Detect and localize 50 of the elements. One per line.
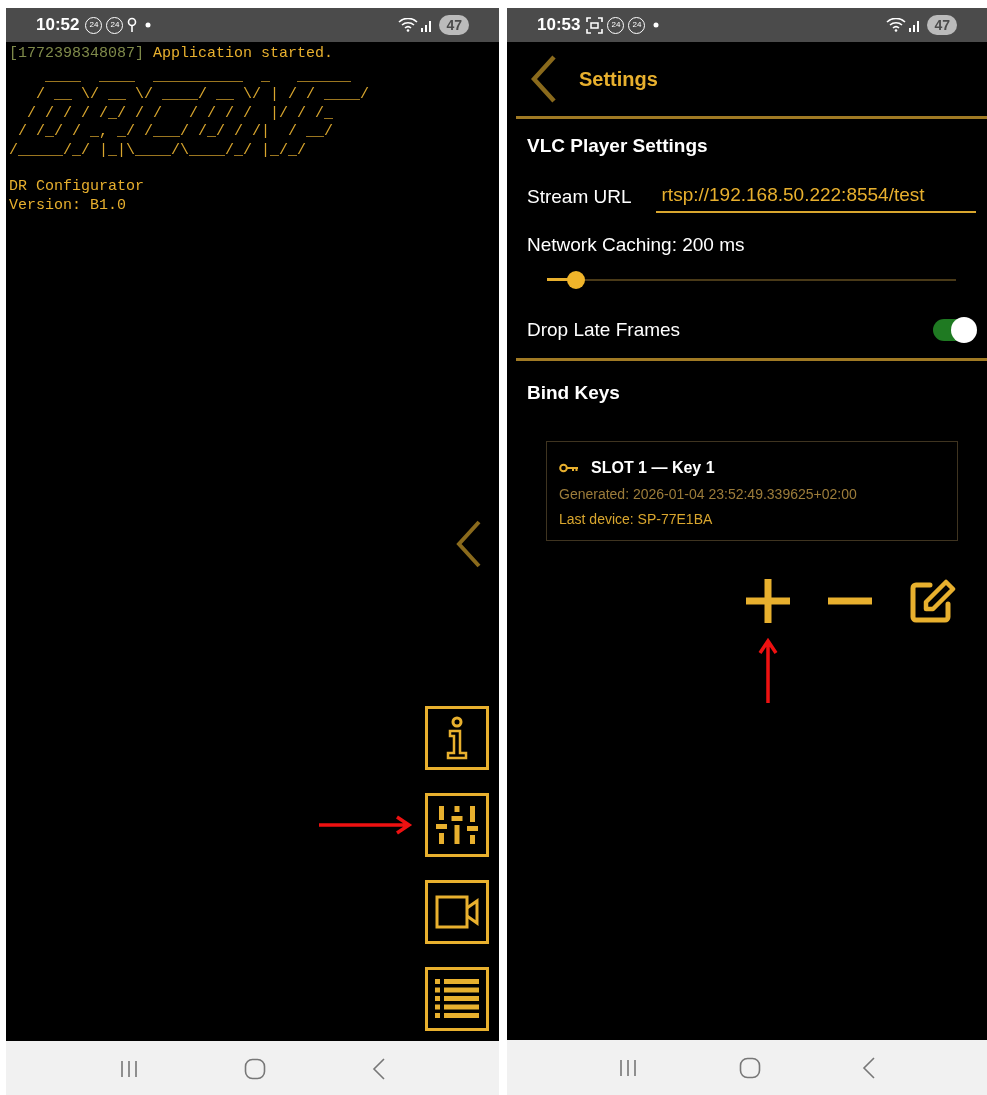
battery-level: 47 — [439, 15, 469, 35]
side-button[interactable] — [425, 967, 489, 1031]
edit-icon — [910, 578, 956, 623]
field-label: Stream URL — [527, 184, 632, 209]
toggle-switch[interactable] — [933, 318, 975, 341]
log-message: Application started. — [153, 45, 334, 64]
dot-icon — [145, 22, 152, 28]
stream-url-field[interactable]: rtsp://192.168.50.222:8554/test — [655, 180, 976, 213]
signal-icon — [909, 18, 922, 32]
recent-apps-icon[interactable] — [118, 1059, 139, 1078]
clock: 10:52 — [36, 14, 80, 37]
key-title: SLOT 1 — Key 1 — [591, 457, 715, 478]
key-generated: Generated: 2026-01-04 23:52:49.339625+02:00 — [559, 484, 858, 504]
clock: 10:53 — [537, 14, 581, 37]
log-timestamp: [1772398348087] — [9, 45, 145, 64]
sliders-icon — [436, 804, 478, 846]
info-line: DR Configurator — [9, 178, 145, 197]
page-title: Settings — [579, 67, 658, 92]
section-title: Bind Keys — [527, 381, 620, 405]
key-icon — [559, 462, 579, 473]
slider-label: Network Caching: 200 ms — [527, 233, 745, 257]
side-button[interactable] — [425, 880, 489, 944]
toggle-label: Drop Late Frames — [527, 317, 681, 342]
caching-slider[interactable] — [547, 269, 956, 290]
recent-apps-icon[interactable] — [617, 1058, 638, 1077]
location-icon — [127, 17, 138, 33]
video-camera-icon — [435, 895, 479, 929]
wifi-icon — [398, 18, 419, 32]
info-line: Version: B1.0 — [9, 196, 127, 215]
side-button[interactable] — [425, 793, 489, 857]
section-title: VLC Player Settings — [527, 134, 708, 158]
action-button[interactable] — [746, 578, 790, 623]
key-device: Last device: SP-77E1BA — [559, 509, 714, 529]
signal-icon — [421, 18, 434, 32]
action-button[interactable] — [910, 578, 956, 623]
battery-level: 47 — [927, 15, 957, 35]
ascii-logo-text: ____ ____ __________ _ ______ / __ \/ __ \/ ____/ __ \/ | / / ____/ / / / / /_/ / / / / / / |/ / /_ / /_/ / _, _/ /___/ /_/ / /| / __/ /_____/_/ |_|\____/\____/_/ |_/_/ — [9, 67, 370, 160]
minus-icon — [828, 596, 872, 605]
wifi-icon — [886, 18, 907, 32]
back-icon[interactable] — [862, 1056, 877, 1079]
home-icon[interactable] — [739, 1056, 761, 1079]
list-icon — [435, 978, 479, 1020]
screenshot-icon — [586, 16, 604, 34]
key-card[interactable]: SLOT 1 — Key 1 Generated: 2026-01-04 23:52:49.339625+02:00 Last device: SP-77E1BA — [546, 440, 958, 541]
plus-icon — [746, 578, 790, 623]
side-button[interactable] — [425, 706, 489, 770]
dot-icon — [653, 22, 660, 28]
home-icon[interactable] — [244, 1057, 267, 1080]
chevron-left-icon[interactable] — [456, 520, 482, 568]
back-icon[interactable] — [372, 1057, 387, 1080]
